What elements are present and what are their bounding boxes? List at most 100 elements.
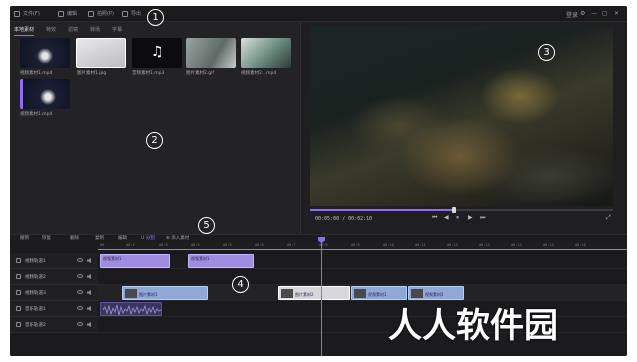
clip-thumbnail bbox=[411, 289, 423, 298]
lock-icon[interactable] bbox=[16, 258, 21, 263]
media-thumb-video1[interactable] bbox=[20, 38, 70, 68]
lock-icon[interactable] bbox=[16, 274, 21, 279]
music-note-icon: ♫ bbox=[151, 44, 164, 60]
next-frame-icon[interactable]: ▶ bbox=[468, 214, 473, 221]
media-thumb-video1-copy[interactable] bbox=[20, 79, 70, 109]
menu-export[interactable]: 导出 bbox=[122, 10, 141, 17]
split-button[interactable]: U 分割 bbox=[141, 235, 155, 241]
pause-icon[interactable]: ⏸ bbox=[456, 214, 459, 222]
media-tabs: 本地素材 特效 滤镜 转场 字幕 bbox=[14, 26, 122, 36]
step-marker-3: 3 bbox=[538, 44, 555, 61]
login-button[interactable]: 登录 bbox=[566, 10, 578, 19]
media-label: 视频素材1.mp4 bbox=[20, 112, 53, 117]
media-library-panel: 本地素材 特效 滤镜 转场 字幕 视频素材1.mp4 图片素材1.jpg ♫ 音… bbox=[10, 22, 301, 234]
prev-frame-icon[interactable]: ◀ bbox=[444, 214, 449, 221]
track-header-video1[interactable]: 视频轨道1 bbox=[10, 253, 98, 269]
ruler-tick: 00:9 bbox=[351, 243, 360, 247]
add-media-button[interactable]: ⊕ 添入素材 bbox=[166, 235, 189, 241]
skip-end-icon[interactable]: ⏭ bbox=[480, 214, 485, 222]
eye-icon[interactable] bbox=[77, 306, 83, 310]
ruler-tick: 00 bbox=[100, 243, 105, 247]
media-thumb-audio1[interactable]: ♫ bbox=[132, 38, 182, 68]
close-icon[interactable]: ✕ bbox=[614, 10, 619, 17]
preview-frame-image bbox=[310, 26, 613, 206]
volume-icon[interactable] bbox=[87, 306, 91, 311]
media-thumb-video2[interactable] bbox=[241, 38, 291, 68]
media-thumb-image1[interactable] bbox=[76, 38, 126, 68]
track-header-audio2[interactable]: 音乐轨道2 bbox=[10, 317, 98, 333]
timeline-clip[interactable]: 图片素材2 bbox=[278, 286, 350, 300]
lock-icon[interactable] bbox=[16, 306, 21, 311]
minimize-icon[interactable]: — bbox=[591, 10, 597, 17]
track-lane-video2[interactable] bbox=[98, 269, 627, 285]
undo-button[interactable]: 撤销 bbox=[20, 235, 29, 241]
media-label: 图片素材2.gif bbox=[186, 71, 214, 76]
track-header-audio1[interactable]: 音乐轨道1 bbox=[10, 301, 98, 317]
audio-waveform-clip[interactable] bbox=[100, 302, 162, 316]
ruler-tick: 00:15 bbox=[543, 243, 554, 247]
track-label: 音乐轨道1 bbox=[25, 307, 46, 312]
top-menu-bar: 文件(F) 编辑 拍照(P) 导出 登录 ⚙ — ▢ ✕ bbox=[10, 6, 627, 22]
lock-icon[interactable] bbox=[16, 290, 21, 295]
edit-button[interactable]: 编辑 bbox=[118, 235, 127, 241]
video-preview[interactable] bbox=[310, 26, 613, 206]
menu-capture[interactable]: 拍照(P) bbox=[88, 10, 114, 17]
track-header-video3[interactable]: 视频轨道3 bbox=[10, 285, 98, 301]
skip-start-icon[interactable]: ⏮ bbox=[432, 214, 437, 222]
seek-progress bbox=[310, 209, 454, 211]
volume-icon[interactable] bbox=[87, 322, 91, 327]
delete-button[interactable]: 删除 bbox=[70, 235, 79, 241]
ruler-tick: 00:12 bbox=[447, 243, 458, 247]
step-marker-2: 2 bbox=[146, 132, 163, 149]
track-label: 视频轨道3 bbox=[25, 291, 46, 296]
tab-local-media[interactable]: 本地素材 bbox=[14, 26, 35, 36]
ruler-tick: 00:5 bbox=[223, 243, 232, 247]
volume-icon[interactable] bbox=[87, 258, 91, 263]
eye-icon[interactable] bbox=[77, 274, 83, 278]
ruler-tick: 00:2 bbox=[126, 243, 135, 247]
ruler-tick: 00:4 bbox=[191, 243, 200, 247]
track-lane-video1[interactable]: 视频素材1 视频素材1 bbox=[98, 253, 627, 269]
eye-icon[interactable] bbox=[77, 290, 83, 294]
preview-time-readout: 00:05:00 / 00:02:10 bbox=[315, 216, 373, 222]
eye-icon[interactable] bbox=[77, 258, 83, 262]
timeline-clip[interactable]: 视频素材1 bbox=[188, 254, 254, 268]
track-header-video2[interactable]: 视频轨道2 bbox=[10, 269, 98, 285]
export-icon bbox=[122, 10, 128, 17]
ruler-tick: 00:11 bbox=[415, 243, 426, 247]
timeline-clip[interactable]: 视频素材1 bbox=[100, 254, 170, 268]
clip-thumbnail bbox=[354, 289, 366, 298]
volume-icon[interactable] bbox=[87, 290, 91, 295]
edit-icon bbox=[58, 10, 64, 17]
preview-seek-bar[interactable] bbox=[310, 207, 613, 213]
volume-icon[interactable] bbox=[87, 274, 91, 279]
lock-icon[interactable] bbox=[16, 322, 21, 327]
tab-filters[interactable]: 滤镜 bbox=[68, 26, 78, 36]
fullscreen-icon[interactable]: ⤢ bbox=[606, 214, 611, 222]
ruler-tick: 00:14 bbox=[511, 243, 522, 247]
settings-icon[interactable]: ⚙ bbox=[580, 10, 585, 17]
ruler-tick: 00:7 bbox=[287, 243, 296, 247]
timeline-range-marker bbox=[98, 249, 627, 250]
copy-button[interactable]: 复制 bbox=[95, 235, 104, 241]
maximize-icon[interactable]: ▢ bbox=[602, 10, 608, 17]
clip-thumbnail bbox=[125, 289, 137, 298]
track-label: 视频轨道2 bbox=[25, 275, 46, 280]
step-marker-5: 5 bbox=[198, 217, 215, 234]
watermark-text: 人人软件园 bbox=[388, 306, 558, 346]
tab-subtitles[interactable]: 字幕 bbox=[112, 26, 122, 36]
menu-file[interactable]: 文件(F) bbox=[14, 10, 40, 17]
waveform-graphic bbox=[102, 304, 161, 315]
seek-handle[interactable] bbox=[452, 207, 456, 213]
tab-transitions[interactable]: 转场 bbox=[90, 26, 100, 36]
ruler-tick: 00:16 bbox=[575, 243, 586, 247]
media-thumb-image2[interactable] bbox=[186, 38, 236, 68]
eye-icon[interactable] bbox=[77, 322, 83, 326]
ruler-tick: 00:6 bbox=[255, 243, 264, 247]
redo-button[interactable]: 恢复 bbox=[42, 235, 51, 241]
timeline-clip[interactable]: 图片素材1 bbox=[122, 286, 208, 300]
menu-edit[interactable]: 编辑 bbox=[58, 10, 77, 17]
tab-effects[interactable]: 特效 bbox=[46, 26, 56, 36]
ruler-tick: 00:3 bbox=[159, 243, 168, 247]
camera-icon bbox=[88, 10, 94, 17]
